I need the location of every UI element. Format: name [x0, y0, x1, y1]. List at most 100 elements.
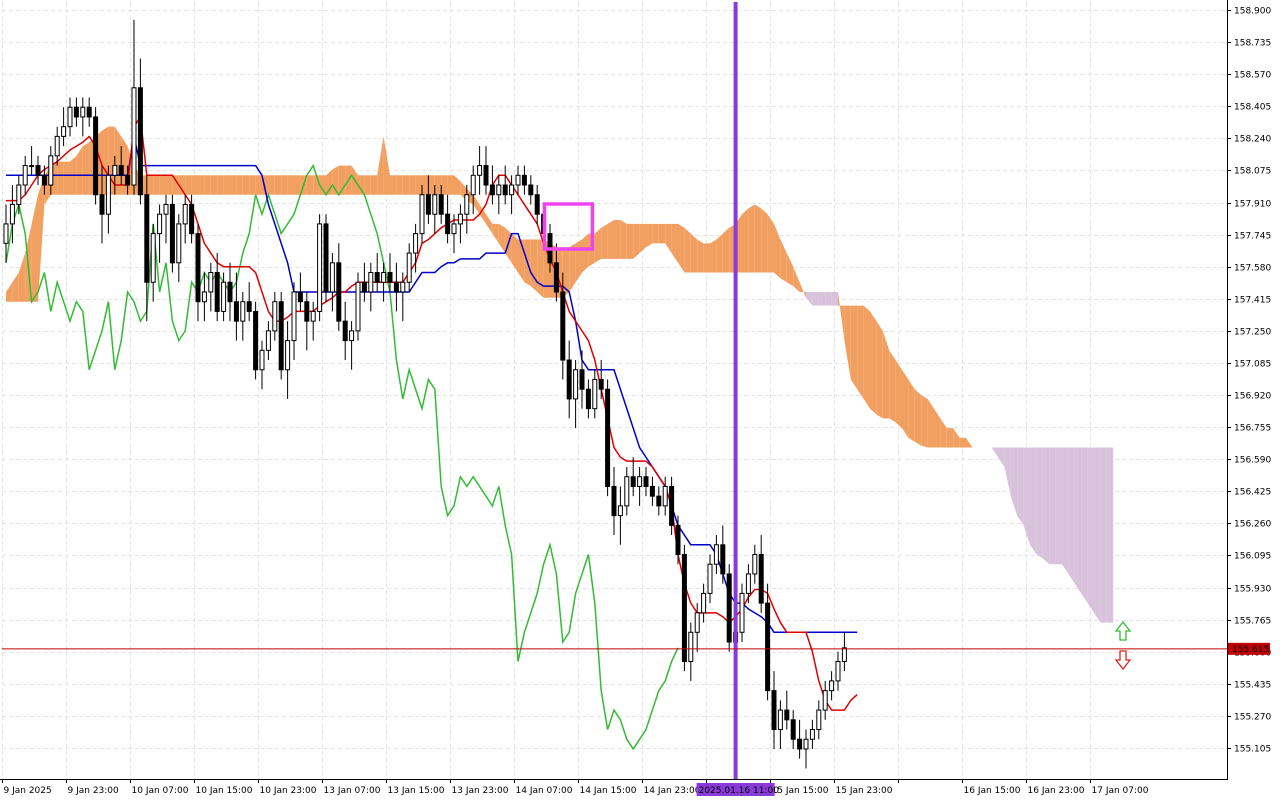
cloud-segment: [236, 175, 243, 195]
cloud-segment: [396, 175, 403, 195]
cloud-segment: [358, 175, 365, 195]
candle-bear: [521, 174, 527, 186]
candle-bull: [662, 485, 668, 507]
ichimoku-chart[interactable]: 158.900 158.735 158.570 158.405 158.240 158.0…: [0, 0, 1280, 800]
price-tick-label: 156.095: [1234, 552, 1271, 562]
price-tick-label: 156.425: [1234, 488, 1271, 498]
candle-bull: [9, 203, 15, 225]
candle-bear: [137, 87, 143, 196]
candle-bull: [432, 194, 438, 215]
cloud-segment: [857, 305, 864, 399]
price-tick-label: 158.900: [1234, 7, 1271, 17]
cloud-segment: [722, 227, 730, 273]
price-tick-label: 158.405: [1234, 103, 1271, 113]
cloud-segment: [831, 291, 838, 306]
candle-bear: [374, 272, 380, 283]
candle-bear: [227, 281, 233, 303]
time-tick-label: 9 Jan 2025: [4, 786, 52, 796]
candle-bull: [80, 106, 86, 118]
candle-bear: [323, 223, 329, 293]
price-tick-label: 158.075: [1234, 167, 1271, 177]
price-tick-label: 155.270: [1234, 713, 1271, 723]
cloud-segment: [1081, 447, 1088, 604]
price-tick-label: 158.570: [1234, 71, 1271, 81]
cloud-segment: [767, 214, 774, 273]
candle-bull: [105, 174, 111, 215]
cloud-segment: [812, 291, 819, 306]
candle-bear: [336, 262, 342, 322]
cloud-segment: [1017, 447, 1024, 526]
candle-bull: [701, 592, 707, 614]
cloud-segment: [242, 175, 250, 195]
price-tick-label: 158.735: [1234, 39, 1271, 49]
candle-bull: [496, 184, 502, 196]
candle-bull: [182, 203, 188, 225]
candle-bear: [585, 388, 591, 410]
price-tick-label: 155.765: [1234, 617, 1271, 627]
cloud-segment: [210, 175, 218, 195]
candle-bear: [758, 554, 764, 604]
price-tick-label: 156.260: [1234, 520, 1271, 530]
time-tick-label: 15 Jan 23:00: [836, 786, 893, 796]
price-tick-label: 157.085: [1234, 360, 1271, 370]
candle-bull: [816, 709, 822, 731]
candle-bull: [835, 660, 841, 682]
candle-bear: [304, 301, 310, 322]
candle-bull: [22, 165, 28, 186]
candle-bull: [208, 272, 214, 293]
time-tick-label: 14 Jan 07:00: [516, 786, 573, 796]
candle-bear: [797, 738, 803, 750]
candle-bear: [41, 174, 47, 186]
cloud-segment: [287, 175, 294, 195]
time-tick-label: 9 Jan 23:00: [68, 786, 120, 796]
candle-bear: [99, 194, 105, 215]
time-tick-label: 16 Jan 23:00: [1028, 786, 1085, 796]
candle-bear: [86, 106, 92, 118]
time-tick-label: 14 Jan 23:00: [644, 786, 701, 796]
candle-bull: [61, 126, 67, 137]
price-tick-label: 157.415: [1234, 296, 1271, 306]
time-tick-label: 15 Jan 15:00: [772, 786, 829, 796]
candle-bull: [157, 213, 163, 235]
candle-bull: [457, 213, 463, 225]
candle-bear: [611, 485, 617, 517]
price-tick-label: 157.910: [1234, 200, 1271, 210]
cloud-segment: [57, 161, 64, 195]
candle-bull: [221, 281, 227, 312]
cloud-segment: [63, 161, 70, 195]
cloud-segment: [1100, 447, 1107, 623]
candle-bear: [579, 369, 585, 390]
candle-bull: [739, 592, 745, 633]
price-tick-label: 157.745: [1234, 232, 1271, 242]
cloud-segment: [530, 239, 538, 292]
cloud-segment: [146, 175, 154, 195]
price-tick-label: 158.240: [1234, 135, 1271, 145]
candle-bull: [240, 301, 246, 322]
cloud-segment: [1030, 447, 1037, 555]
candle-bear: [489, 184, 495, 196]
cloud-segment: [946, 428, 954, 448]
cloud-segment: [172, 175, 179, 195]
candle-bull: [259, 349, 265, 371]
cloud-segment: [658, 223, 666, 244]
cloud-segment: [959, 437, 966, 448]
cloud-segment: [761, 208, 768, 273]
time-tick-label: 10 Jan 23:00: [260, 786, 317, 796]
cloud-segment: [908, 379, 915, 442]
candle-bull: [707, 563, 713, 594]
candle-bull: [150, 233, 156, 283]
cloud-segment: [223, 175, 230, 195]
cloud-segment: [1049, 447, 1056, 565]
candle-bear: [144, 194, 150, 283]
time-tick-label: 16 Jan 15:00: [964, 786, 1021, 796]
cloud-segment: [82, 142, 90, 195]
candle-bull: [464, 194, 470, 215]
cloud-segment: [646, 223, 653, 248]
candle-bull: [752, 554, 758, 575]
candle-bear: [73, 106, 79, 118]
cloud-segment: [447, 175, 454, 195]
cloud-segment: [870, 311, 877, 415]
candle-bear: [784, 709, 790, 721]
cloud-segment: [230, 175, 237, 195]
price-tick-label: 157.580: [1234, 264, 1271, 274]
